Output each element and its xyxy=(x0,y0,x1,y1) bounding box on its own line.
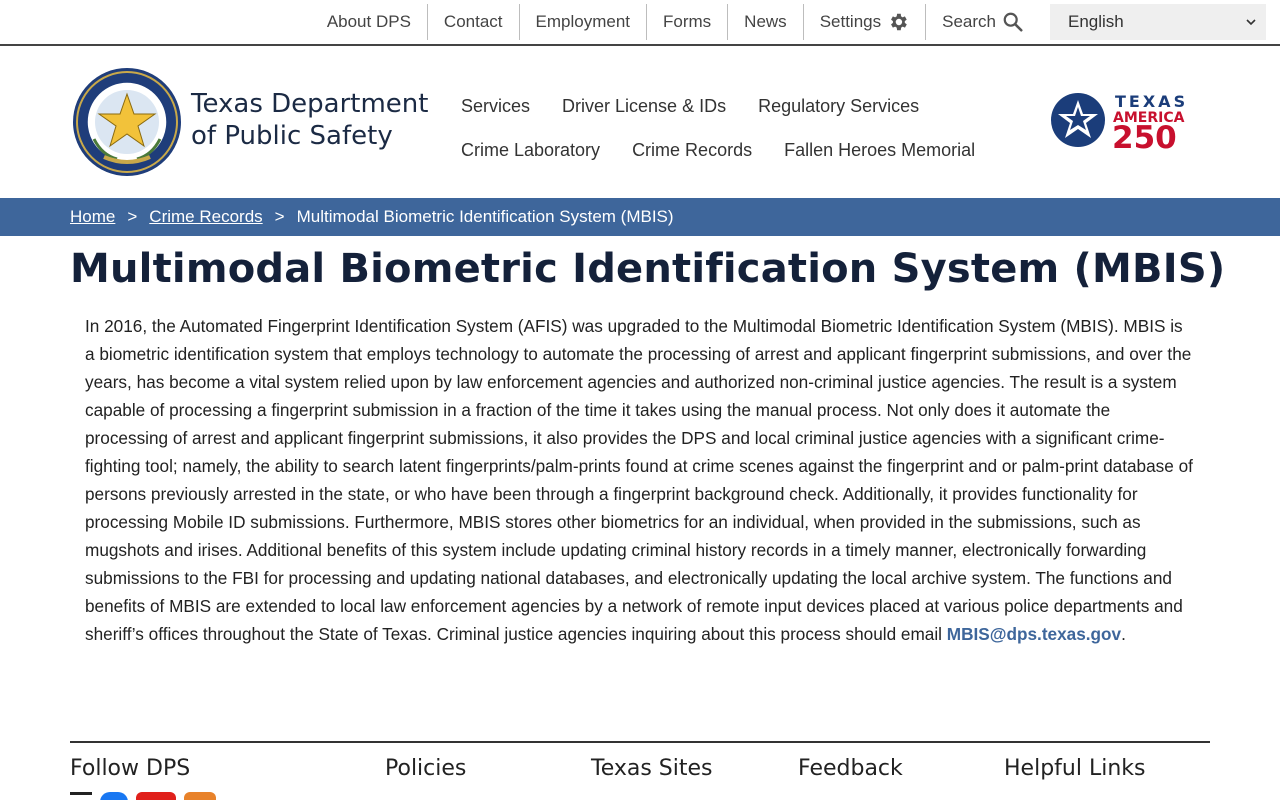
mbis-email-link[interactable]: MBIS@dps.texas.gov xyxy=(947,624,1121,644)
texas-america-250-logo[interactable]: TEXAS AMERICA 250 xyxy=(1049,91,1205,149)
news-link[interactable]: News xyxy=(727,4,803,40)
nav-crime-records[interactable]: Crime Records xyxy=(632,140,752,161)
agency-name-line2: of Public Safety xyxy=(191,121,393,151)
search-button[interactable]: Search xyxy=(925,4,1040,40)
nav-driver-license[interactable]: Driver License & IDs xyxy=(562,96,726,117)
chevron-down-icon xyxy=(1246,19,1256,26)
main-nav-row-1: Services Driver License & IDs Regulatory… xyxy=(461,86,1001,126)
forms-link[interactable]: Forms xyxy=(646,4,727,40)
rss-icon[interactable] xyxy=(184,792,216,800)
employment-label: Employment xyxy=(535,12,630,31)
page-body: In 2016, the Automated Fingerprint Ident… xyxy=(85,312,1195,648)
language-select[interactable]: English xyxy=(1050,4,1266,40)
main-nav-row-2: Crime Laboratory Crime Records Fallen He… xyxy=(461,130,1001,170)
gear-icon xyxy=(891,13,907,31)
settings-button[interactable]: Settings xyxy=(802,4,925,40)
utility-bar: About DPS Contact Employment Forms News … xyxy=(0,0,1280,46)
nav-crime-laboratory[interactable]: Crime Laboratory xyxy=(461,140,600,161)
footer-heading-feedback: Feedback xyxy=(798,756,903,781)
contact-label: Contact xyxy=(443,12,503,31)
nav-regulatory-services[interactable]: Regulatory Services xyxy=(758,96,919,117)
footer-heading-follow-dps: Follow DPS xyxy=(70,756,191,781)
badge-texas-text: TEXAS xyxy=(1115,92,1188,111)
breadcrumb: Home > Crime Records > Multimodal Biomet… xyxy=(0,198,1280,236)
facebook-icon[interactable] xyxy=(100,792,128,800)
forms-label: Forms xyxy=(663,12,712,31)
nav-services[interactable]: Services xyxy=(461,96,530,117)
breadcrumb-current: Multimodal Biometric Identification Syst… xyxy=(296,207,674,226)
star-burst-icon xyxy=(1051,93,1105,147)
footer-heading-helpful-links: Helpful Links xyxy=(1004,756,1146,781)
footer-divider xyxy=(70,741,1210,743)
page-title: Multimodal Biometric Identification Syst… xyxy=(70,246,1226,292)
nav-fallen-heroes[interactable]: Fallen Heroes Memorial xyxy=(784,140,975,161)
utility-links: About DPS Contact Employment Forms News … xyxy=(311,4,1040,40)
employment-link[interactable]: Employment xyxy=(518,4,646,40)
search-label: Search xyxy=(942,12,996,31)
main-nav: Services Driver License & IDs Regulatory… xyxy=(461,86,1001,174)
settings-label: Settings xyxy=(819,12,882,31)
agency-name[interactable]: Texas Department of Public Safety xyxy=(191,88,428,152)
footer-heading-policies: Policies xyxy=(385,756,467,781)
footer-heading-texas-sites: Texas Sites xyxy=(591,756,713,781)
breadcrumb-home[interactable]: Home xyxy=(70,207,115,227)
breadcrumb-crime-records[interactable]: Crime Records xyxy=(149,207,262,227)
language-value: English xyxy=(1068,12,1124,31)
news-label: News xyxy=(744,12,787,31)
social-links xyxy=(70,792,216,800)
about-dps-label: About DPS xyxy=(326,12,411,31)
breadcrumb-separator: > xyxy=(274,207,285,226)
about-dps-link[interactable]: About DPS xyxy=(311,4,427,40)
breadcrumb-separator: > xyxy=(127,207,138,226)
body-paragraph: In 2016, the Automated Fingerprint Ident… xyxy=(85,316,1193,644)
badge-250-text: 250 xyxy=(1112,120,1177,149)
x-icon[interactable] xyxy=(70,792,92,800)
agency-name-line1: Texas Department xyxy=(191,89,429,119)
contact-link[interactable]: Contact xyxy=(426,4,519,40)
body-end: . xyxy=(1121,624,1126,644)
dps-seal-logo[interactable] xyxy=(72,67,182,177)
search-icon xyxy=(1003,12,1023,32)
youtube-icon[interactable] xyxy=(136,792,176,800)
